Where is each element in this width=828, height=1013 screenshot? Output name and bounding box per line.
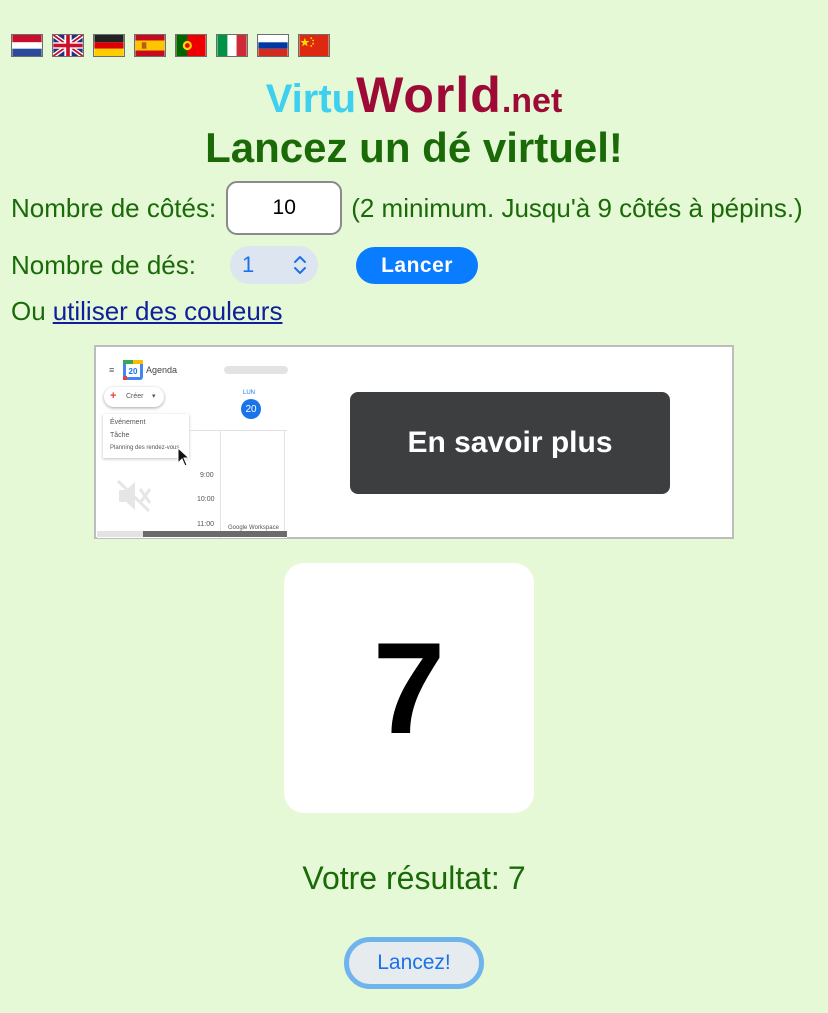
ad-progress-fill — [97, 531, 143, 537]
sides-input[interactable] — [226, 181, 343, 235]
ad-app-name: Agenda — [146, 365, 178, 375]
ad-day-label: LUN — [243, 390, 256, 396]
ad-time-2: 10:00 — [197, 496, 215, 503]
flag-it-icon[interactable] — [216, 34, 248, 57]
flag-de-icon[interactable] — [93, 34, 125, 57]
dice-label: Nombre de dés: — [11, 250, 196, 280]
die-face: 7 — [284, 563, 534, 813]
flag-uk-icon[interactable] — [52, 34, 84, 57]
sides-row: Nombre de côtés: (2 minimum. Jusqu'à 9 c… — [11, 181, 803, 235]
logo-part-net: .net — [501, 82, 563, 120]
mute-icon[interactable] — [115, 479, 153, 513]
cursor-icon — [177, 447, 191, 467]
ad-day-number: 20 — [241, 399, 261, 419]
result-value: 7 — [507, 860, 526, 896]
ad-menu-item-3: Planning des rendez-vous — [110, 445, 180, 451]
logo-part-world: World — [356, 67, 502, 123]
flag-ru-icon[interactable] — [257, 34, 289, 57]
colors-prefix: Ou — [11, 296, 46, 326]
dice-count-value: 1 — [242, 252, 255, 277]
flag-zh-icon[interactable] — [298, 34, 330, 57]
caret-icon: ▾ — [152, 393, 156, 400]
flag-es-icon[interactable] — [134, 34, 166, 57]
page-title: Lancez un dé virtuel! — [205, 124, 623, 171]
ad-time-3: 11:00 — [197, 521, 214, 528]
calendar-app-icon: 20 — [123, 360, 143, 380]
ad-create-label: Créer — [126, 393, 144, 400]
ad-search-bar — [224, 366, 288, 374]
ad-create-button: + Créer ▾ — [104, 387, 164, 407]
result-label: Votre résultat: — [302, 860, 500, 896]
dice-row: Nombre de dés: — [11, 250, 196, 281]
sides-label: Nombre de côtés: — [11, 192, 217, 223]
roll-again-button[interactable]: Lancez! — [344, 937, 484, 989]
svg-text:20: 20 — [129, 367, 138, 376]
colors-row: Ou utiliser des couleurs — [11, 296, 282, 327]
ad-menu-item-2: Tâche — [110, 432, 130, 439]
logo-part-virtu: Virtu — [265, 77, 357, 121]
flag-pt-icon[interactable] — [175, 34, 207, 57]
plus-icon: + — [110, 390, 117, 402]
flag-nl-icon[interactable] — [11, 34, 43, 57]
site-logo[interactable]: VirtuWorld.net — [0, 66, 828, 124]
result-line: Votre résultat: 7 — [0, 860, 828, 897]
roll-button[interactable]: Lancer — [356, 247, 478, 284]
ad-learn-more-button[interactable]: En savoir plus — [350, 392, 670, 494]
ad-video[interactable]: ≡ 20 Agenda + Créer ▾ Événement Tâche Pl… — [97, 348, 288, 538]
menu-icon: ≡ — [109, 365, 115, 375]
ad-menu-item-1: Événement — [110, 419, 146, 426]
advertisement[interactable]: ≡ 20 Agenda + Créer ▾ Événement Tâche Pl… — [94, 345, 734, 539]
chevron-updown-icon — [294, 256, 306, 274]
dice-count-select[interactable]: 1 — [230, 246, 318, 284]
ad-time-1: 9:00 — [200, 472, 214, 479]
language-flags — [11, 34, 330, 57]
sides-note: (2 minimum. Jusqu'à 9 côtés à pépins.) — [351, 192, 803, 223]
use-colors-link[interactable]: utiliser des couleurs — [53, 296, 283, 327]
